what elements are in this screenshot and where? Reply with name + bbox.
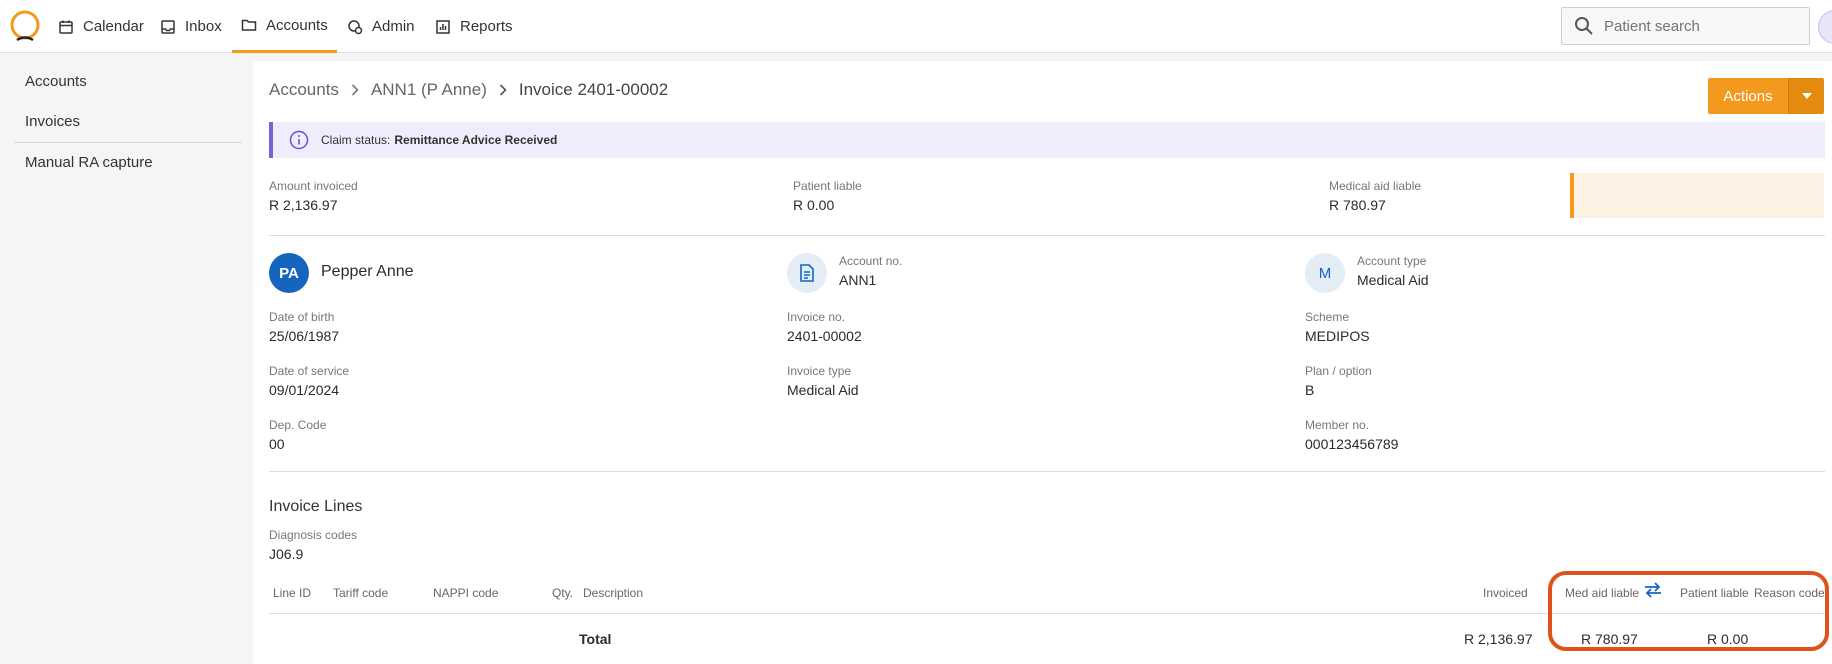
divider <box>269 235 1825 236</box>
total-med-aid-liable-value: R 780.97 <box>1581 631 1638 647</box>
dos-value: 09/01/2024 <box>269 382 340 398</box>
column-header-patient-liable[interactable]: Patient liable <box>1680 586 1749 600</box>
member-no-value: 000123456789 <box>1305 436 1399 452</box>
sidebar-item-manual-ra-capture[interactable]: Manual RA capture <box>25 154 153 171</box>
claim-status-banner: Claim status: Remittance Advice Received <box>269 122 1825 158</box>
amount-invoiced-label: Amount invoiced <box>269 179 358 193</box>
medical-aid-liable-card <box>1570 173 1824 218</box>
total-invoiced-value: R 2,136.97 <box>1464 631 1533 647</box>
column-header-med-aid-liable[interactable]: Med aid liable <box>1565 586 1639 600</box>
calendar-icon <box>58 19 74 35</box>
medical-aid-liable-label: Medical aid liable <box>1329 179 1422 193</box>
admin-icon <box>347 19 363 35</box>
column-header-reason-code[interactable]: Reason code <box>1754 586 1825 600</box>
caret-down-icon <box>1801 93 1812 99</box>
document-icon <box>787 253 827 293</box>
column-header-invoiced[interactable]: Invoiced <box>1483 586 1528 600</box>
dep-code-value: 00 <box>269 436 285 452</box>
medical-aid-liable-value: R 780.97 <box>1329 197 1386 213</box>
sidebar-item-invoices[interactable]: Invoices <box>25 113 80 130</box>
scheme-label: Scheme <box>1305 310 1350 324</box>
diagnosis-codes-label: Diagnosis codes <box>269 528 358 542</box>
total-label: Total <box>579 631 612 647</box>
dep-code-label: Dep. Code <box>269 418 327 432</box>
user-avatar[interactable] <box>1818 10 1832 44</box>
actions-dropdown-toggle[interactable] <box>1788 78 1824 114</box>
nav-reports[interactable]: Reports <box>435 0 513 53</box>
account-type-label: Account type <box>1357 254 1427 268</box>
actions-split-button: Actions <box>1708 78 1824 114</box>
breadcrumb-account[interactable]: ANN1 (P Anne) <box>371 80 487 100</box>
account-type-value: Medical Aid <box>1357 272 1429 288</box>
nav-admin-label: Admin <box>372 18 415 35</box>
amount-invoiced-value: R 2,136.97 <box>269 197 338 213</box>
chevron-right-icon <box>499 84 507 96</box>
nav-inbox[interactable]: Inbox <box>160 0 222 53</box>
breadcrumb: Accounts ANN1 (P Anne) Invoice 2401-0000… <box>269 80 668 100</box>
invoice-type-label: Invoice type <box>787 364 852 378</box>
sidebar: Accounts Invoices Manual RA capture <box>0 54 250 664</box>
swap-arrows-icon[interactable] <box>1642 581 1664 599</box>
total-patient-liable-value: R 0.00 <box>1707 631 1749 647</box>
dob-label: Date of birth <box>269 310 335 324</box>
nav-calendar[interactable]: Calendar <box>58 0 144 53</box>
patient-search-input[interactable] <box>1604 17 1804 35</box>
nav-accounts-label: Accounts <box>266 16 328 34</box>
dob-value: 25/06/1987 <box>269 328 340 344</box>
account-type-avatar: M <box>1305 253 1345 293</box>
breadcrumb-invoice: Invoice 2401-00002 <box>518 80 669 99</box>
patient-liable-value: R 0.00 <box>793 197 835 213</box>
column-header-qty[interactable]: Qty. <box>552 586 573 600</box>
divider <box>269 471 1825 472</box>
plan-option-label: Plan / option <box>1305 364 1372 378</box>
account-no-label: Account no. <box>839 254 903 268</box>
info-icon <box>289 130 309 150</box>
plan-option-value: B <box>1305 382 1315 398</box>
top-navigation-bar: Calendar Inbox Accounts Admin Reports <box>0 0 1832 53</box>
member-no-label: Member no. <box>1305 418 1370 432</box>
nav-accounts[interactable]: Accounts <box>232 0 337 53</box>
nav-calendar-label: Calendar <box>83 18 144 35</box>
column-header-line-id[interactable]: Line ID <box>273 586 311 600</box>
column-header-nappi-code[interactable]: NAPPI code <box>433 586 498 600</box>
column-header-description[interactable]: Description <box>583 586 643 600</box>
reports-icon <box>435 19 451 35</box>
patient-search[interactable] <box>1561 7 1810 45</box>
scheme-value: MEDIPOS <box>1305 328 1370 344</box>
claim-status-value: Remittance Advice Received <box>394 133 558 147</box>
invoice-lines-title: Invoice Lines <box>269 498 363 515</box>
patient-avatar: PA <box>269 253 309 293</box>
sidebar-item-accounts[interactable]: Accounts <box>25 73 87 90</box>
patient-liable-label: Patient liable <box>793 179 862 193</box>
dos-label: Date of service <box>269 364 350 378</box>
invoice-no-label: Invoice no. <box>787 310 846 324</box>
nav-admin[interactable]: Admin <box>347 0 415 53</box>
chevron-right-icon <box>351 84 359 96</box>
account-no-value: ANN1 <box>839 272 877 288</box>
claim-status-prefix: Claim status: <box>321 133 391 147</box>
app-logo[interactable] <box>8 10 42 44</box>
table-header-divider <box>269 613 1825 614</box>
actions-button[interactable]: Actions <box>1708 78 1788 114</box>
inbox-icon <box>160 19 176 35</box>
breadcrumb-accounts[interactable]: Accounts <box>269 80 339 100</box>
invoice-no-value: 2401-00002 <box>787 328 862 344</box>
patient-name: Pepper Anne <box>321 263 414 280</box>
column-header-tariff-code[interactable]: Tariff code <box>333 586 388 600</box>
folder-icon <box>241 17 257 33</box>
search-icon <box>1575 17 1593 35</box>
diagnosis-codes-value: J06.9 <box>269 546 304 562</box>
invoice-type-value: Medical Aid <box>787 382 859 398</box>
main-content: Accounts ANN1 (P Anne) Invoice 2401-0000… <box>253 61 1832 664</box>
nav-reports-label: Reports <box>460 18 513 35</box>
nav-inbox-label: Inbox <box>185 18 222 35</box>
sidebar-divider <box>14 142 242 143</box>
